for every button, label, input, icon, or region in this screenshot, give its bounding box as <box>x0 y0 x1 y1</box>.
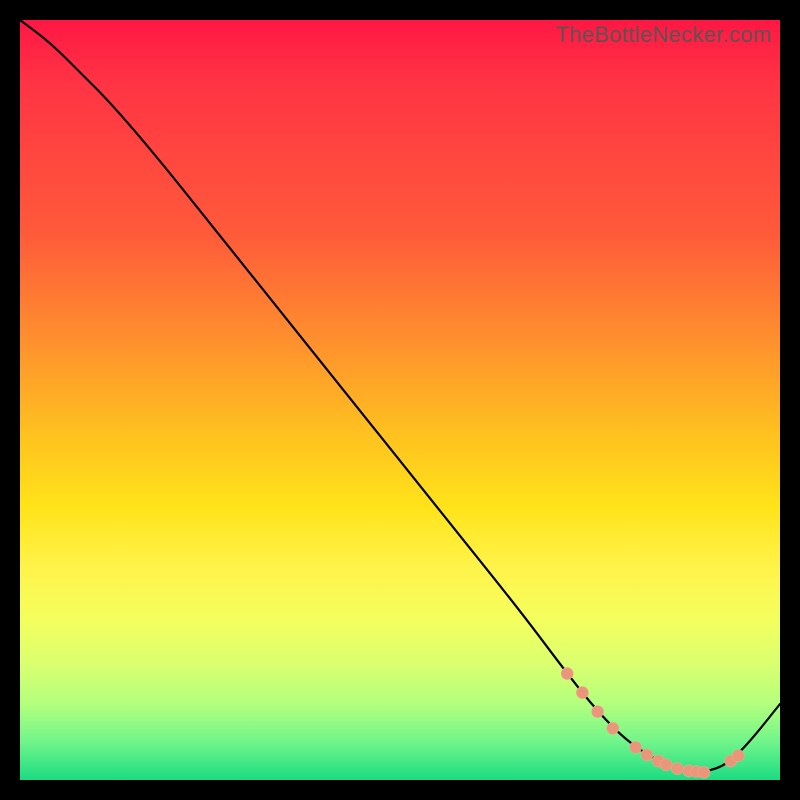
highlight-point <box>592 706 604 718</box>
bottleneck-curve <box>20 20 780 772</box>
highlight-point <box>561 668 573 680</box>
chart-stage: TheBottleNecker.com <box>0 0 800 800</box>
highlight-point <box>698 766 710 778</box>
highlight-point <box>732 750 744 762</box>
highlight-point <box>641 749 653 761</box>
chart-overlay <box>20 20 780 780</box>
highlight-point <box>576 687 588 699</box>
highlight-markers <box>561 668 744 779</box>
highlight-point <box>607 722 619 734</box>
highlight-point <box>671 763 683 775</box>
plot-area: TheBottleNecker.com <box>20 20 780 780</box>
highlight-point <box>630 741 642 753</box>
highlight-point <box>660 759 672 771</box>
